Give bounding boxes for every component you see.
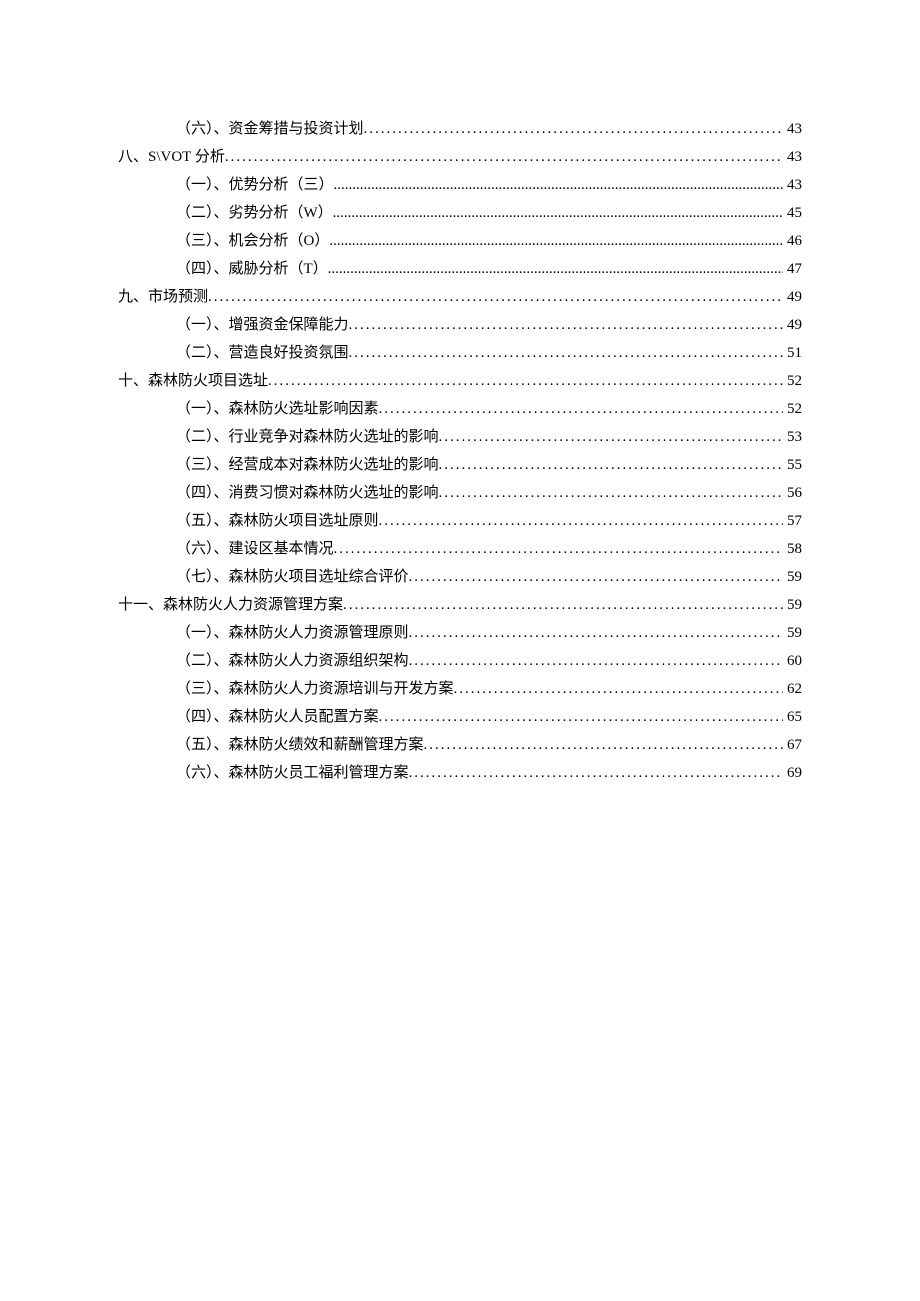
toc-leader-dots (439, 479, 783, 507)
toc-entry-page: 47 (783, 255, 802, 283)
toc-entry: （一）、森林防火人力资源管理原则 59 (118, 619, 802, 647)
toc-entry-page: 43 (783, 143, 802, 171)
toc-entry: （五）、森林防火项目选址原则 57 (118, 507, 802, 535)
toc-entry-page: 46 (783, 227, 802, 255)
toc-entry: （四）、森林防火人员配置方案 65 (118, 703, 802, 731)
toc-entry: （一）、优势分析（三） 43 (118, 171, 802, 199)
toc-entry-page: 45 (783, 199, 802, 227)
toc-entry: 八、S\VOT 分析 43 (118, 143, 802, 171)
toc-entry-label: 九、市场预测 (118, 283, 208, 311)
toc-entry: （三）、森林防火人力资源培训与开发方案 62 (118, 675, 802, 703)
toc-entry-label: 八、S\VOT 分析 (118, 143, 225, 171)
table-of-contents: （六）、资金筹措与投资计划 43 八、S\VOT 分析 43 （一）、优势分析（三） 43… (118, 115, 802, 787)
toc-leader-dots (409, 759, 783, 787)
toc-entry-page: 60 (783, 647, 802, 675)
toc-entry: （七）、森林防火项目选址综合评价 59 (118, 563, 802, 591)
toc-entry-page: 43 (783, 171, 802, 199)
toc-entry-label: （四）、威胁分析（T） (176, 255, 328, 283)
toc-entry-label: （一）、优势分析（三） (176, 171, 334, 199)
toc-entry: （一）、增强资金保障能力 49 (118, 311, 802, 339)
toc-entry-page: 57 (783, 507, 802, 535)
toc-leader-dots (409, 563, 783, 591)
toc-entry-label: （二）、森林防火人力资源组织架构 (176, 647, 409, 675)
toc-leader-dots (379, 703, 783, 731)
toc-entry: （一）、森林防火选址影响因素 52 (118, 395, 802, 423)
toc-entry: （四）、消费习惯对森林防火选址的影响 56 (118, 479, 802, 507)
toc-leader-dots (439, 451, 783, 479)
toc-entry-label: （六）、资金筹措与投资计划 (176, 115, 364, 143)
toc-entry-label: （一）、森林防火选址影响因素 (176, 395, 379, 423)
toc-entry-label: （四）、消费习惯对森林防火选址的影响 (176, 479, 439, 507)
toc-entry-page: 52 (783, 395, 802, 423)
toc-entry-label: （二）、营造良好投资氛围 (176, 339, 349, 367)
toc-entry-page: 51 (783, 339, 802, 367)
toc-leader-dots (343, 591, 783, 619)
toc-entry-page: 55 (783, 451, 802, 479)
toc-entry: （三）、机会分析（O） 46 (118, 227, 802, 255)
toc-entry: 九、市场预测 49 (118, 283, 802, 311)
toc-entry-label: （四）、森林防火人员配置方案 (176, 703, 379, 731)
toc-leader-dots (364, 115, 783, 143)
toc-leader-dots (268, 367, 783, 395)
toc-entry: （六）、建设区基本情况 58 (118, 535, 802, 563)
toc-entry-page: 67 (783, 731, 802, 759)
toc-entry-label: （六）、森林防火员工福利管理方案 (176, 759, 409, 787)
toc-entry-page: 52 (783, 367, 802, 395)
toc-entry-page: 59 (783, 619, 802, 647)
toc-entry-page: 43 (783, 115, 802, 143)
toc-entry: （六）、森林防火员工福利管理方案 69 (118, 759, 802, 787)
document-page: （六）、资金筹措与投资计划 43 八、S\VOT 分析 43 （一）、优势分析（三） 43… (0, 0, 920, 787)
toc-entry: （五）、森林防火绩效和薪酬管理方案 67 (118, 731, 802, 759)
toc-leader-dots (225, 143, 783, 171)
toc-entry: （三）、经营成本对森林防火选址的影响 55 (118, 451, 802, 479)
toc-entry-label: （二）、行业竞争对森林防火选址的影响 (176, 423, 439, 451)
toc-entry: （六）、资金筹措与投资计划 43 (118, 115, 802, 143)
toc-leader-dots (409, 619, 783, 647)
toc-leader-dots (334, 535, 783, 563)
toc-entry-page: 58 (783, 535, 802, 563)
toc-entry-page: 49 (783, 283, 802, 311)
toc-entry-page: 65 (783, 703, 802, 731)
toc-leader-dots (349, 311, 783, 339)
toc-entry-page: 49 (783, 311, 802, 339)
toc-entry: （二）、营造良好投资氛围 51 (118, 339, 802, 367)
toc-entry: 十一、森林防火人力资源管理方案 59 (118, 591, 802, 619)
toc-entry-page: 59 (783, 563, 802, 591)
toc-leader-dots (208, 283, 783, 311)
toc-entry-label: （三）、经营成本对森林防火选址的影响 (176, 451, 439, 479)
toc-entry-page: 69 (783, 759, 802, 787)
toc-entry-label: 十、森林防火项目选址 (118, 367, 268, 395)
toc-leader-dots (329, 227, 783, 255)
toc-entry-page: 62 (783, 675, 802, 703)
toc-entry-page: 53 (783, 423, 802, 451)
toc-entry-label: （三）、机会分析（O） (176, 227, 329, 255)
toc-entry-label: （二）、劣势分析（W） (176, 199, 333, 227)
toc-entry: （二）、行业竞争对森林防火选址的影响 53 (118, 423, 802, 451)
toc-leader-dots (439, 423, 783, 451)
toc-leader-dots (328, 255, 783, 283)
toc-leader-dots (409, 647, 783, 675)
toc-leader-dots (333, 199, 783, 227)
toc-entry-page: 56 (783, 479, 802, 507)
toc-entry-label: （一）、增强资金保障能力 (176, 311, 349, 339)
toc-entry: （二）、劣势分析（W） 45 (118, 199, 802, 227)
toc-entry: （四）、威胁分析（T） 47 (118, 255, 802, 283)
toc-entry-label: （五）、森林防火绩效和薪酬管理方案 (176, 731, 424, 759)
toc-entry-label: （一）、森林防火人力资源管理原则 (176, 619, 409, 647)
toc-entry-label: （七）、森林防火项目选址综合评价 (176, 563, 409, 591)
toc-leader-dots (334, 171, 783, 199)
toc-leader-dots (424, 731, 783, 759)
toc-leader-dots (454, 675, 783, 703)
toc-leader-dots (379, 507, 783, 535)
toc-entry-label: 十一、森林防火人力资源管理方案 (118, 591, 343, 619)
toc-entry: 十、森林防火项目选址 52 (118, 367, 802, 395)
toc-entry-label: （六）、建设区基本情况 (176, 535, 334, 563)
toc-leader-dots (379, 395, 783, 423)
toc-leader-dots (349, 339, 783, 367)
toc-entry-label: （五）、森林防火项目选址原则 (176, 507, 379, 535)
toc-entry-label: （三）、森林防火人力资源培训与开发方案 (176, 675, 454, 703)
toc-entry-page: 59 (783, 591, 802, 619)
toc-entry: （二）、森林防火人力资源组织架构 60 (118, 647, 802, 675)
